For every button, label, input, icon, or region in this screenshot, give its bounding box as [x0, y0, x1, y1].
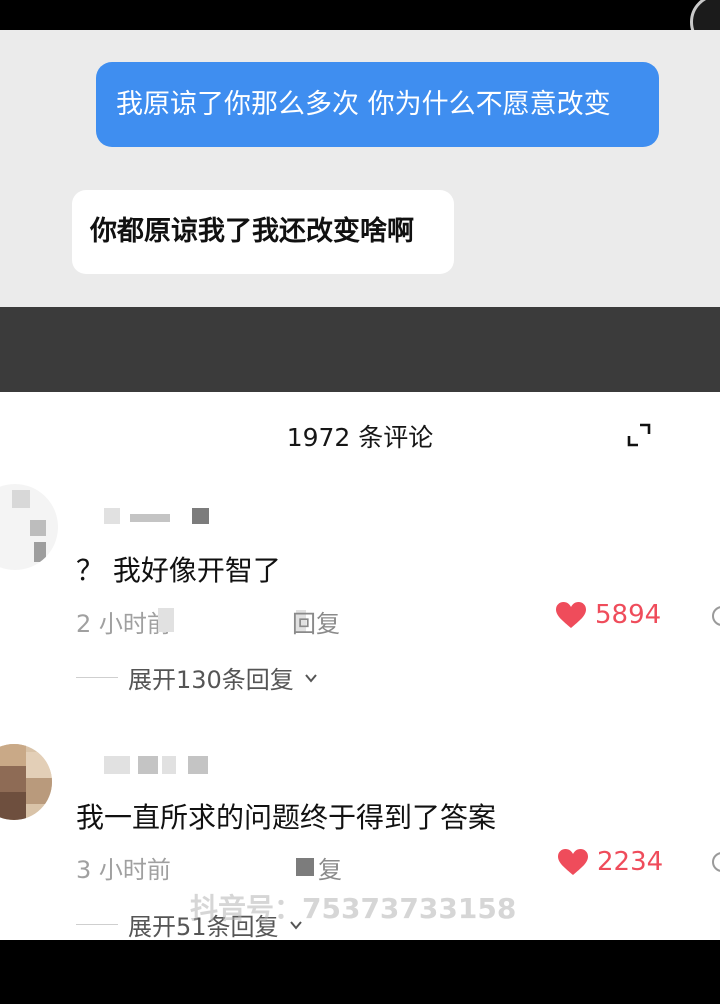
blur-patch: [296, 858, 314, 876]
chat-preview: 我原谅了你那么多次 你为什么不愿意改变 你都原谅我了我还改变啥啊: [0, 30, 720, 307]
heart-icon: [556, 602, 586, 628]
avatar[interactable]: [0, 744, 52, 820]
username-blurred[interactable]: [100, 754, 220, 778]
expand-icon[interactable]: [624, 420, 654, 450]
expand-replies-label: 展开130条回复: [128, 666, 294, 694]
username-blurred[interactable]: [100, 508, 212, 528]
like-count: 2234: [597, 847, 664, 877]
avatar[interactable]: [0, 484, 58, 570]
side-option-icon[interactable]: [712, 852, 720, 872]
heart-icon: [558, 849, 588, 875]
received-message-bubble: 你都原谅我了我还改变啥啊: [72, 190, 454, 274]
video-dark-band: [0, 307, 720, 392]
divider: [76, 677, 118, 678]
blur-patch: [158, 608, 174, 632]
like-button[interactable]: 2234: [557, 847, 663, 877]
bottom-black-bar: [0, 940, 720, 1004]
comment-text: 我一直所求的问题终于得到了答案: [76, 801, 497, 834]
top-black-bar: [0, 0, 720, 30]
side-option-icon[interactable]: [712, 606, 720, 626]
comment-count-title: 1972 条评论: [286, 423, 434, 452]
reply-button[interactable]: 回复: [292, 604, 340, 639]
comment-sheet: 1972 条评论 ？ 我好像开智了 2 小时前 回复 5894 展开130条回复: [0, 392, 720, 941]
reply-button[interactable]: 复: [318, 850, 342, 885]
comment-time: 3 小时前: [76, 856, 171, 884]
comment-time: 2 小时前: [76, 610, 171, 638]
chevron-down-icon: [305, 673, 317, 683]
sent-message-bubble: 我原谅了你那么多次 你为什么不愿意改变: [96, 62, 659, 147]
watermark: 抖音号：75373733158: [190, 892, 517, 925]
expand-replies-button[interactable]: 展开130条回复: [76, 660, 318, 695]
like-button[interactable]: 5894: [555, 600, 661, 630]
like-count: 5894: [595, 600, 662, 630]
comment-text: ？ 我好像开智了: [76, 554, 281, 587]
divider: [76, 924, 118, 925]
